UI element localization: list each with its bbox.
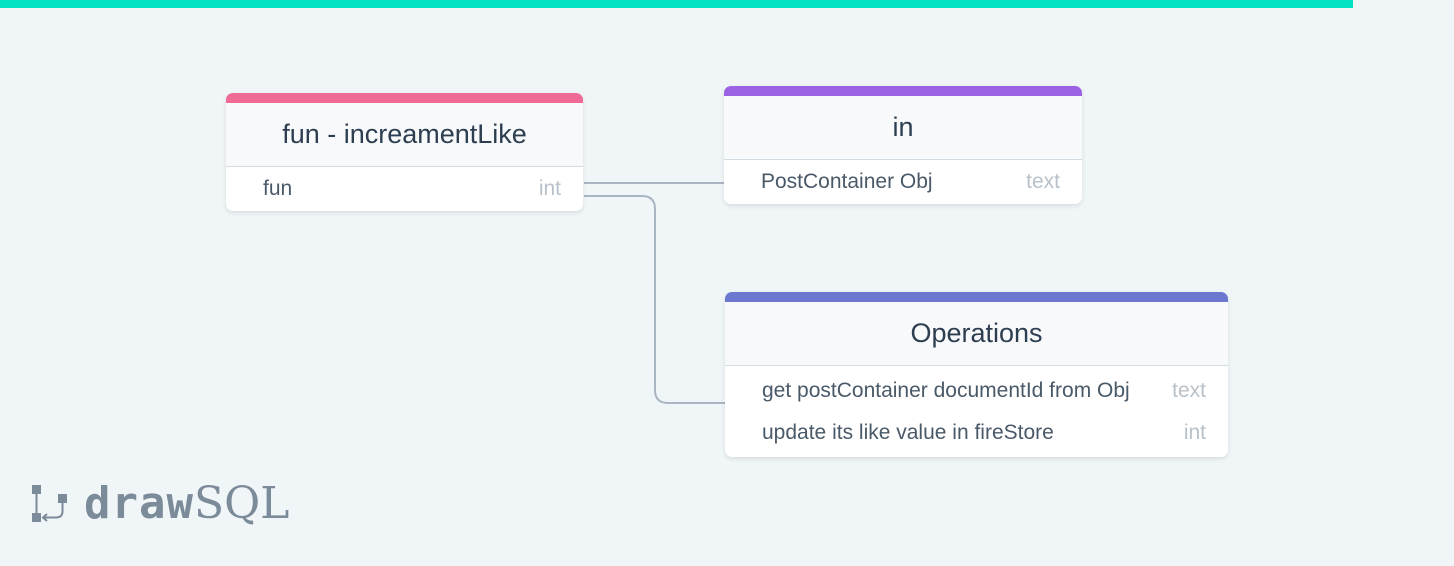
table-color-bar [725, 292, 1228, 302]
table-row-update-like[interactable]: update its like value in fireStore int [725, 413, 1228, 457]
table-title[interactable]: fun - increamentLike [226, 103, 583, 167]
drawsql-logo-icon [32, 485, 67, 522]
column-type: text [1172, 379, 1206, 402]
table-row-fun[interactable]: fun int [226, 167, 583, 211]
logo-sql-text: SQL [193, 477, 290, 529]
column-type: int [538, 177, 561, 200]
table-operations[interactable]: Operations get postContainer documentId … [725, 292, 1228, 457]
table-title[interactable]: in [724, 96, 1082, 160]
relation-line-fun-to-operations[interactable] [584, 195, 725, 404]
column-name: update its like value in fireStore [762, 421, 1054, 444]
table-row-get-documentid[interactable]: get postContainer documentId from Obj te… [725, 366, 1228, 413]
column-name: fun [263, 177, 293, 200]
column-name: get postContainer documentId from Obj [762, 379, 1130, 402]
table-color-bar [724, 86, 1082, 96]
table-fun-increament-like[interactable]: fun - increamentLike fun int [226, 93, 583, 211]
column-name: PostContainer Obj [761, 170, 933, 193]
table-color-bar [226, 93, 583, 103]
drawsql-logo: draw SQL [30, 478, 289, 529]
column-type: int [1183, 421, 1206, 444]
column-type: text [1026, 170, 1060, 193]
table-in[interactable]: in PostContainer Obj text [724, 86, 1082, 204]
table-title[interactable]: Operations [725, 302, 1228, 366]
logo-draw-text: draw [84, 477, 194, 529]
table-row-postcontainer-obj[interactable]: PostContainer Obj text [724, 160, 1082, 204]
drawsql-wordmark: draw SQL [84, 478, 289, 529]
